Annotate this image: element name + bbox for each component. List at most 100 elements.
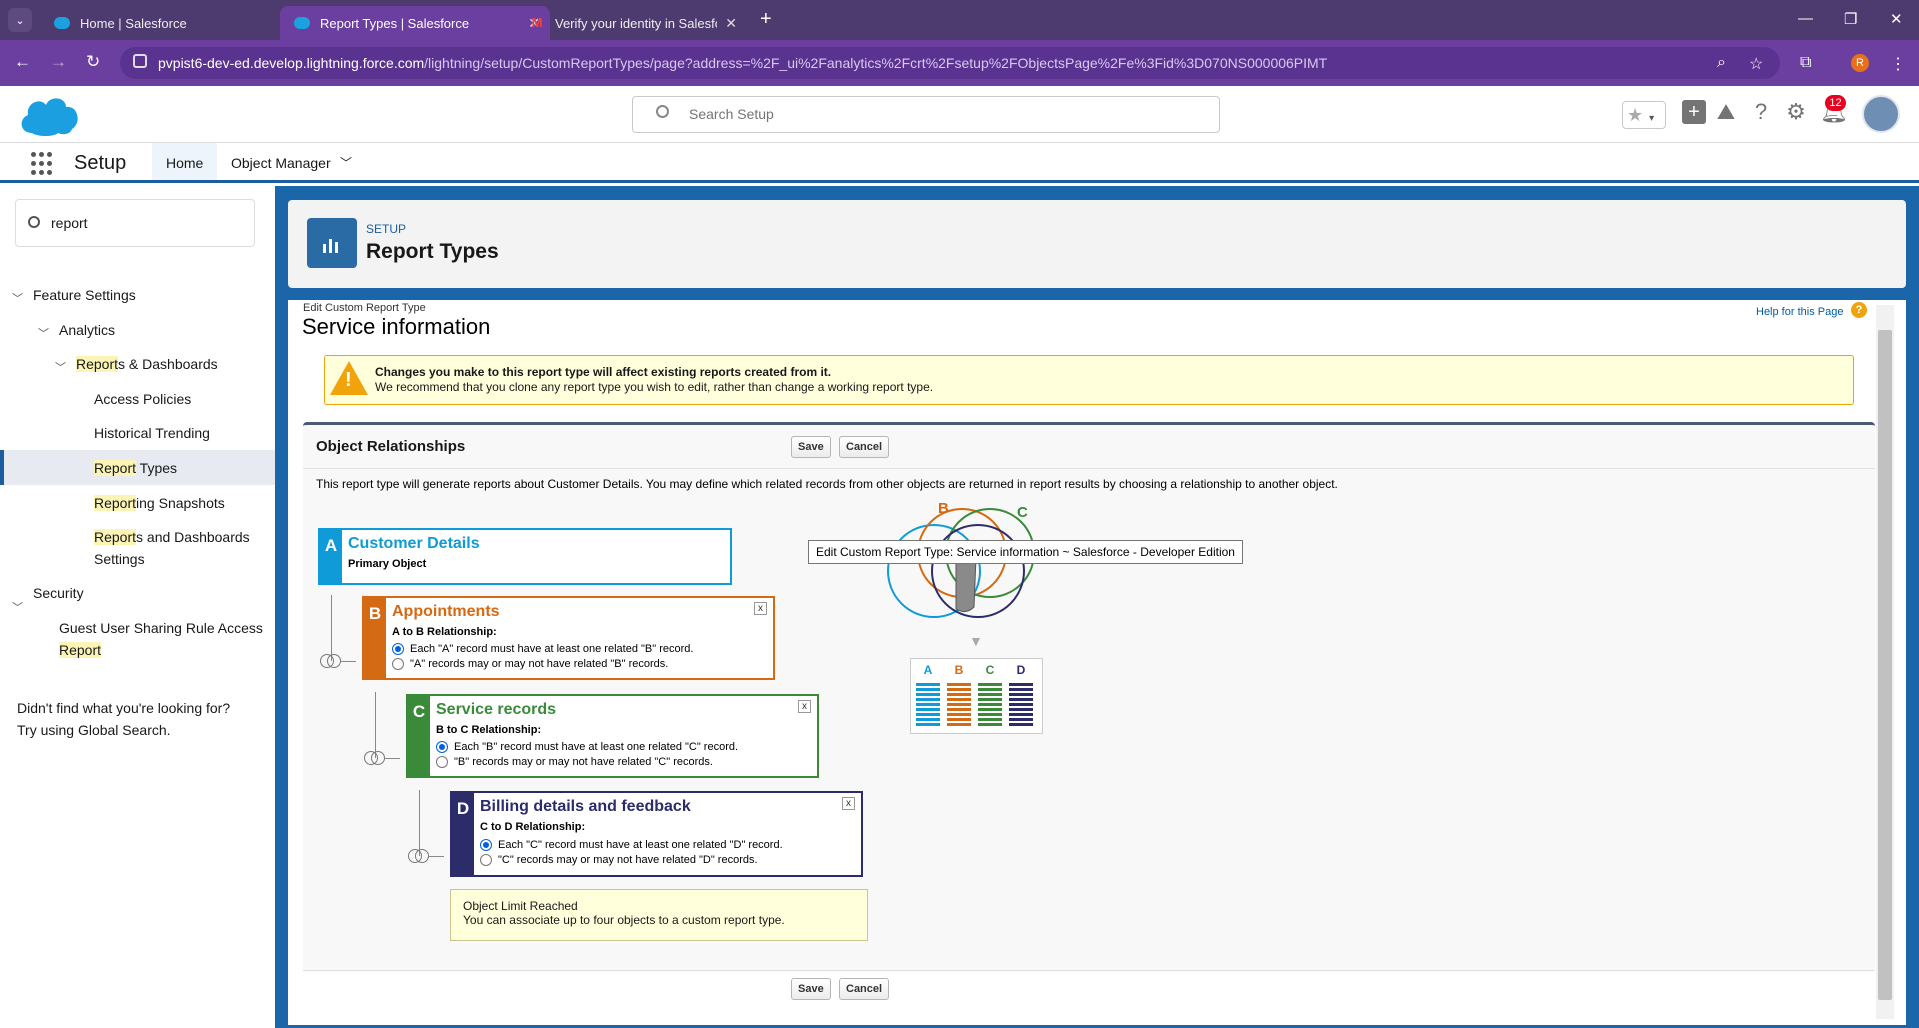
- col-label: C: [985, 663, 995, 677]
- reload-icon[interactable]: ↻: [86, 52, 100, 72]
- cancel-button-bottom[interactable]: Cancel: [839, 978, 890, 1000]
- tree-report-types[interactable]: Report Types: [94, 457, 177, 479]
- tree-reporting-snapshots[interactable]: Reporting Snapshots: [94, 492, 225, 514]
- salesforce-favicon-icon: [294, 17, 310, 29]
- relationship-option-required[interactable]: Each "C" record must have at least one r…: [480, 839, 783, 851]
- back-icon[interactable]: ←: [14, 52, 31, 72]
- zoom-icon[interactable]: ⌕: [1717, 54, 1726, 72]
- new-tab-icon[interactable]: +: [760, 8, 772, 31]
- connector-line: [331, 595, 332, 661]
- chevron-down-icon[interactable]: ﹀: [38, 325, 49, 341]
- save-button[interactable]: Save: [791, 436, 831, 458]
- tree-guest-user-sharing[interactable]: Guest User Sharing Rule Access Report: [59, 617, 263, 661]
- connector-line: [429, 856, 444, 857]
- tree-security[interactable]: Security: [33, 582, 84, 604]
- object-subtitle: C to D Relationship:: [480, 821, 586, 833]
- tree-reports-dashboards-settings[interactable]: Reports and Dashboards Settings: [94, 526, 250, 570]
- col-lines: [947, 683, 971, 728]
- user-avatar[interactable]: [1862, 95, 1900, 133]
- url-host: pvpist6-dev-ed.develop.lightning.force.c…: [158, 55, 425, 71]
- cancel-button[interactable]: Cancel: [839, 436, 890, 458]
- object-letter: C: [408, 696, 430, 776]
- page-tooltip: Edit Custom Report Type: Service informa…: [808, 540, 1243, 564]
- address-bar[interactable]: pvpist6-dev-ed.develop.lightning.force.c…: [120, 47, 1780, 79]
- chevron-down-icon[interactable]: ﹀: [340, 143, 352, 183]
- tab-object-manager[interactable]: Object Manager: [217, 143, 345, 183]
- radio-selected[interactable]: [480, 839, 492, 851]
- restore-icon[interactable]: ❐: [1844, 10, 1857, 28]
- save-button-bottom[interactable]: Save: [791, 978, 831, 1000]
- browser-tab-verify[interactable]: M Verify your identity in Salesforce ✕: [515, 6, 747, 40]
- global-actions-icon[interactable]: +: [1682, 100, 1706, 124]
- chevron-down-icon[interactable]: ﹀: [12, 599, 23, 615]
- relationship-option-required[interactable]: Each "A" record must have at least one r…: [392, 643, 693, 655]
- setup-search-input[interactable]: Search Setup: [632, 96, 1220, 133]
- quick-find-input[interactable]: report: [15, 199, 255, 247]
- radio-unselected[interactable]: [392, 658, 404, 670]
- radio-unselected[interactable]: [480, 854, 492, 866]
- page-header: [288, 200, 1906, 288]
- chevron-down-icon[interactable]: ﹀: [12, 290, 23, 306]
- section-title: Object Relationships: [316, 438, 466, 455]
- col-lines: [1009, 683, 1033, 728]
- relationship-option-required[interactable]: Each "B" record must have at least one r…: [436, 741, 738, 753]
- tab-home[interactable]: Home: [152, 143, 218, 183]
- tree-historical-trending[interactable]: Historical Trending: [94, 422, 210, 444]
- browser-menu-icon[interactable]: ⋮: [1890, 54, 1906, 74]
- help-link[interactable]: Help for this Page: [1756, 306, 1843, 318]
- join-icon: [327, 654, 341, 668]
- trailhead-icon[interactable]: ⛰: [1714, 100, 1738, 124]
- object-name: Billing details and feedback: [480, 798, 691, 815]
- not-found-hint: Didn't find what you're looking for? Try …: [17, 697, 230, 741]
- favorites-button[interactable]: ★ ▾: [1622, 101, 1666, 129]
- forward-icon[interactable]: →: [50, 52, 67, 72]
- tree-analytics[interactable]: Analytics: [59, 319, 115, 341]
- hint-line: Try using Global Search.: [17, 722, 171, 738]
- minimize-icon[interactable]: —: [1798, 10, 1813, 27]
- profile-avatar[interactable]: R: [1851, 54, 1869, 72]
- close-window-icon[interactable]: ✕: [1890, 10, 1903, 28]
- object-subtitle: Primary Object: [348, 558, 427, 570]
- tab-search-button[interactable]: ⌄: [8, 8, 32, 32]
- browser-tab-home[interactable]: Home | Salesforce ✕: [40, 6, 310, 40]
- site-info-icon[interactable]: [133, 54, 147, 68]
- relationship-option-optional[interactable]: "B" records may or may not have related …: [436, 756, 713, 768]
- radio-selected[interactable]: [436, 741, 448, 753]
- remove-object-icon[interactable]: x: [798, 700, 811, 713]
- scrollbar-thumb[interactable]: [1878, 330, 1892, 1000]
- tree-label: s and Dashboards: [136, 529, 250, 545]
- option-label: "C" records may or may not have related …: [498, 854, 758, 866]
- tree-access-policies[interactable]: Access Policies: [94, 388, 191, 410]
- setup-gear-icon[interactable]: ⚙: [1784, 100, 1808, 124]
- help-icon[interactable]: ?: [1851, 302, 1867, 318]
- extensions-icon[interactable]: ⧉: [1800, 54, 1811, 72]
- option-label: Each "A" record must have at least one r…: [410, 643, 694, 655]
- tree-feature-settings[interactable]: Feature Settings: [33, 284, 136, 306]
- edit-label: Edit Custom Report Type: [303, 302, 426, 314]
- object-letter: A: [320, 530, 342, 583]
- radio-unselected[interactable]: [436, 756, 448, 768]
- object-d-box: D Billing details and feedback C to D Re…: [450, 791, 863, 877]
- join-icon: [415, 849, 429, 863]
- tab-title: Home | Salesforce: [80, 15, 187, 31]
- warning-text: We recommend that you clone any report t…: [375, 380, 934, 394]
- relationship-option-optional[interactable]: "C" records may or may not have related …: [480, 854, 758, 866]
- tree-reports-dashboards[interactable]: Reports & Dashboards: [76, 353, 218, 375]
- remove-object-icon[interactable]: x: [842, 797, 855, 810]
- close-tab-icon[interactable]: ✕: [725, 15, 737, 32]
- limit-title: Object Limit Reached: [463, 899, 578, 913]
- object-subtitle: A to B Relationship:: [392, 626, 497, 638]
- salesforce-logo[interactable]: [18, 93, 80, 137]
- help-icon[interactable]: ?: [1749, 100, 1773, 124]
- relationship-option-optional[interactable]: "A" records may or may not have related …: [392, 658, 668, 670]
- app-launcher-icon[interactable]: [31, 152, 55, 176]
- chevron-down-icon[interactable]: ﹀: [55, 359, 66, 375]
- remove-object-icon[interactable]: x: [754, 602, 767, 615]
- bookmark-star-icon[interactable]: ☆: [1749, 54, 1763, 74]
- search-icon: [28, 216, 40, 228]
- report-type-title: Service information: [302, 314, 491, 339]
- browser-tab-report-types[interactable]: Report Types | Salesforce ✕: [280, 6, 550, 40]
- search-highlight: Report: [76, 356, 119, 372]
- divider: [303, 468, 1875, 469]
- radio-selected[interactable]: [392, 643, 404, 655]
